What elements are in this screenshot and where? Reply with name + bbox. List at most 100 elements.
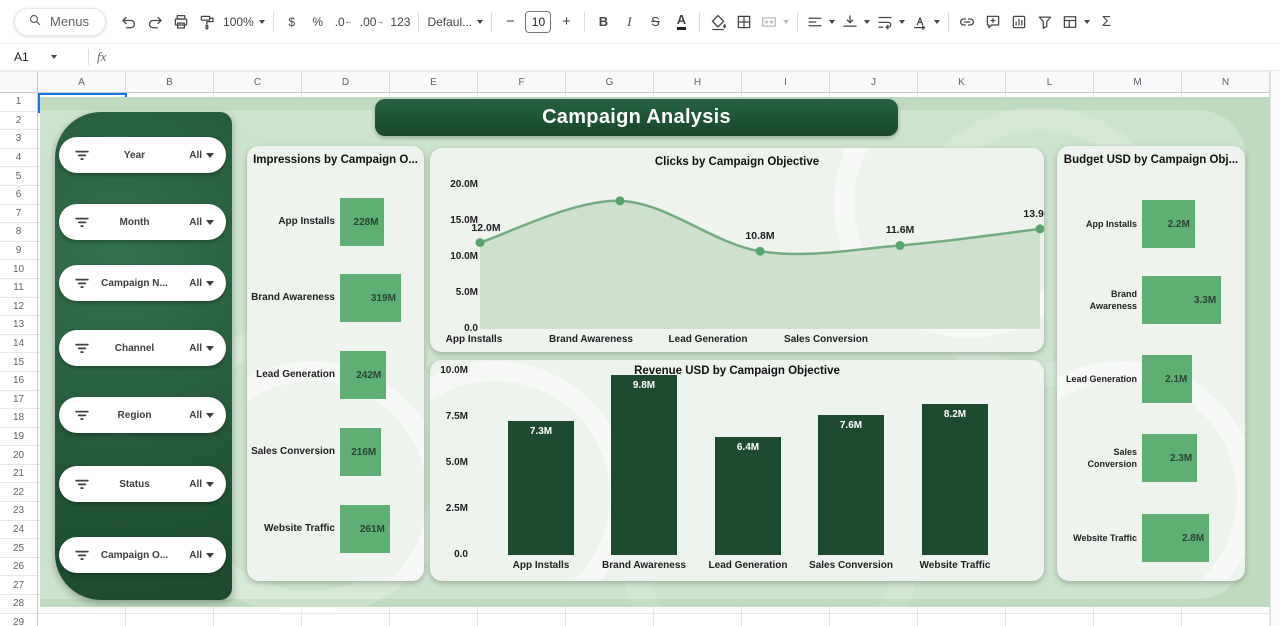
- row-header-15[interactable]: 15: [0, 353, 37, 372]
- row-header-10[interactable]: 10: [0, 260, 37, 279]
- borders-icon[interactable]: [731, 9, 757, 35]
- filter-pill-campaign-o[interactable]: Campaign O...All: [59, 537, 226, 573]
- row-header-24[interactable]: 24: [0, 521, 37, 540]
- row-header-9[interactable]: 9: [0, 242, 37, 261]
- row-header-21[interactable]: 21: [0, 465, 37, 484]
- row-header-6[interactable]: 6: [0, 186, 37, 205]
- row-header-14[interactable]: 14: [0, 335, 37, 354]
- filter-value-dropdown[interactable]: All: [189, 204, 214, 240]
- format-currency-button[interactable]: $: [279, 9, 305, 35]
- row-header-20[interactable]: 20: [0, 446, 37, 465]
- name-box-value: A1: [14, 50, 29, 64]
- vertical-align-icon[interactable]: [838, 9, 873, 35]
- column-header-k[interactable]: K: [918, 72, 1006, 92]
- toolbar-divider: [273, 12, 274, 32]
- row-header-22[interactable]: 22: [0, 483, 37, 502]
- dashboard-image[interactable]: Campaign Analysis YearAllMonthAllCampaig…: [40, 97, 1270, 607]
- row-header-29[interactable]: 29: [0, 614, 37, 626]
- column-header-b[interactable]: B: [126, 72, 214, 92]
- paint-format-icon[interactable]: [194, 9, 220, 35]
- zoom-select-button[interactable]: 100%: [220, 9, 268, 35]
- filter-value-dropdown[interactable]: All: [189, 137, 214, 173]
- row-header-26[interactable]: 26: [0, 558, 37, 577]
- italic-button[interactable]: I: [616, 9, 642, 35]
- decrease-decimals-button[interactable]: .0←: [331, 9, 357, 35]
- column-header-i[interactable]: I: [742, 72, 830, 92]
- fill-color-icon[interactable]: [705, 9, 731, 35]
- row-header-3[interactable]: 3: [0, 130, 37, 149]
- filter-pill-status[interactable]: StatusAll: [59, 466, 226, 502]
- row-header-5[interactable]: 5: [0, 167, 37, 186]
- decrease-font-size-button[interactable]: −: [497, 9, 523, 35]
- row-header-28[interactable]: 28: [0, 595, 37, 614]
- format-number-button[interactable]: 123: [387, 9, 413, 35]
- column-header-l[interactable]: L: [1006, 72, 1094, 92]
- font-family-select-button[interactable]: Defaul...: [424, 9, 486, 35]
- insert-link-icon[interactable]: [954, 9, 980, 35]
- row-header-27[interactable]: 27: [0, 576, 37, 595]
- functions-button[interactable]: Σ: [1093, 9, 1119, 35]
- format-percent-button[interactable]: %: [305, 9, 331, 35]
- filter-pill-month[interactable]: Month All: [59, 204, 226, 240]
- insert-comment-icon[interactable]: [980, 9, 1006, 35]
- filter-label: Month: [95, 204, 174, 240]
- chevron-down-icon: [864, 20, 870, 24]
- column-header-m[interactable]: M: [1094, 72, 1182, 92]
- insert-chart-icon[interactable]: [1006, 9, 1032, 35]
- bold-button[interactable]: B: [590, 9, 616, 35]
- font-size-input[interactable]: 10: [525, 11, 551, 33]
- redo-icon[interactable]: [142, 9, 168, 35]
- row-header-2[interactable]: 2: [0, 112, 37, 131]
- area-fill: [480, 201, 1040, 329]
- row-header-1[interactable]: 1: [0, 93, 37, 112]
- row-header-7[interactable]: 7: [0, 205, 37, 224]
- create-filter-icon[interactable]: [1032, 9, 1058, 35]
- row-header-18[interactable]: 18: [0, 409, 37, 428]
- column-header-j[interactable]: J: [830, 72, 918, 92]
- print-icon[interactable]: [168, 9, 194, 35]
- horizontal-align-icon[interactable]: [803, 9, 838, 35]
- column-header-d[interactable]: D: [302, 72, 390, 92]
- column-header-e[interactable]: E: [390, 72, 478, 92]
- row-header-25[interactable]: 25: [0, 539, 37, 558]
- increase-decimals-button[interactable]: .00→: [357, 9, 388, 35]
- column-header-g[interactable]: G: [566, 72, 654, 92]
- x-tick-brand-awareness: Brand Awareness: [549, 334, 633, 345]
- row-header-17[interactable]: 17: [0, 391, 37, 410]
- filter-value-dropdown[interactable]: All: [189, 330, 214, 366]
- menus-search[interactable]: Menus: [14, 8, 106, 36]
- strikethrough-button[interactable]: S: [642, 9, 668, 35]
- row-header-13[interactable]: 13: [0, 316, 37, 335]
- filter-value-dropdown[interactable]: All: [189, 537, 214, 573]
- undo-icon[interactable]: [116, 9, 142, 35]
- column-header-h[interactable]: H: [654, 72, 742, 92]
- bar-value-label: 9.8M: [611, 380, 677, 391]
- filter-pill-campaign-n[interactable]: Campaign N...All: [59, 265, 226, 301]
- increase-font-size-button[interactable]: +: [553, 9, 579, 35]
- filter-pill-year[interactable]: YearAll: [59, 137, 226, 173]
- text-color-button[interactable]: A: [668, 9, 694, 35]
- row-header-16[interactable]: 16: [0, 372, 37, 391]
- filter-pill-region[interactable]: RegionAll: [59, 397, 226, 433]
- column-header-f[interactable]: F: [478, 72, 566, 92]
- select-all-corner[interactable]: [0, 71, 38, 93]
- filter-pill-channel[interactable]: ChannelAll: [59, 330, 226, 366]
- filter-value-dropdown[interactable]: All: [189, 397, 214, 433]
- filter-value-dropdown[interactable]: All: [189, 466, 214, 502]
- row-header-23[interactable]: 23: [0, 502, 37, 521]
- cell-name-box[interactable]: A1: [0, 50, 86, 64]
- row-header-4[interactable]: 4: [0, 149, 37, 168]
- table-views-icon[interactable]: [1058, 9, 1093, 35]
- row-header-11[interactable]: 11: [0, 279, 37, 298]
- text-wrap-icon[interactable]: [873, 9, 908, 35]
- filter-value-dropdown[interactable]: All: [189, 265, 214, 301]
- row-header-12[interactable]: 12: [0, 298, 37, 317]
- vertical-scrollbar[interactable]: [1270, 71, 1280, 626]
- text-rotation-icon[interactable]: [908, 9, 943, 35]
- row-header-19[interactable]: 19: [0, 428, 37, 447]
- column-header-c[interactable]: C: [214, 72, 302, 92]
- row-header-8[interactable]: 8: [0, 223, 37, 242]
- column-header-n[interactable]: N: [1182, 72, 1270, 92]
- formula-input[interactable]: [106, 44, 1280, 70]
- column-header-a[interactable]: A: [38, 72, 126, 92]
